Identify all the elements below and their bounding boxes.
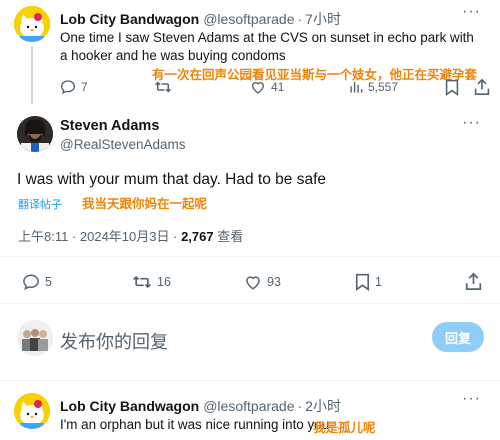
hello-kitty-avatar-icon bbox=[14, 6, 50, 42]
retweet-button[interactable] bbox=[154, 79, 172, 95]
retweet-button[interactable]: 16 bbox=[132, 273, 171, 291]
reply-input[interactable]: 发布你的回复 bbox=[60, 328, 168, 354]
more-icon[interactable]: ··· bbox=[462, 3, 481, 21]
like-button[interactable]: 93 bbox=[244, 273, 281, 291]
reply-count: 7 bbox=[81, 80, 88, 94]
avatar[interactable] bbox=[14, 6, 50, 42]
reply-count: 5 bbox=[45, 275, 52, 289]
reply-icon bbox=[23, 274, 39, 291]
tweet-text: I'm an orphan but it was nice running in… bbox=[60, 417, 330, 432]
avatar[interactable] bbox=[17, 116, 53, 152]
avatar[interactable] bbox=[14, 393, 50, 429]
handle[interactable]: @lesoftparade bbox=[203, 398, 294, 414]
bookmark-button[interactable] bbox=[445, 79, 459, 96]
steven-adams-avatar-icon bbox=[17, 116, 53, 152]
timestamp[interactable]: 上午8:11 · 2024年10月3日 · bbox=[18, 229, 181, 244]
thread-line bbox=[31, 46, 33, 104]
heart-icon bbox=[251, 82, 265, 94]
like-button[interactable]: 41 bbox=[250, 79, 284, 95]
bookmark-icon bbox=[355, 273, 370, 291]
divider bbox=[0, 380, 500, 381]
display-name[interactable]: Lob City Bandwagon bbox=[60, 398, 199, 414]
reply-submit-button[interactable]: 回复 bbox=[432, 322, 484, 352]
author-row: Lob City Bandwagon @lesoftparade · 2小时 bbox=[60, 396, 341, 416]
share-icon bbox=[474, 78, 490, 95]
tweet-meta: 上午8:11 · 2024年10月3日 · 2,767 查看 bbox=[18, 226, 243, 245]
views-button[interactable]: 5,557 bbox=[349, 79, 398, 95]
reply-icon bbox=[60, 80, 76, 95]
separator: · bbox=[297, 398, 303, 414]
timestamp[interactable]: 7小时 bbox=[305, 9, 341, 29]
translation-overlay: 有一次在回声公园看见亚当斯与一个妓女，他正在买避孕套 bbox=[152, 68, 478, 82]
more-icon[interactable]: ··· bbox=[462, 390, 481, 408]
user-avatar-icon bbox=[17, 320, 53, 356]
separator: · bbox=[297, 11, 303, 27]
translate-post-link[interactable]: 翻译帖子 bbox=[18, 196, 62, 212]
hello-kitty-avatar-icon bbox=[14, 393, 50, 429]
reply-button[interactable]: 5 bbox=[22, 273, 52, 291]
display-name[interactable]: Lob City Bandwagon bbox=[60, 11, 199, 27]
display-name[interactable]: Steven Adams bbox=[60, 118, 159, 134]
more-icon[interactable]: ··· bbox=[462, 114, 481, 132]
bookmark-button[interactable]: 1 bbox=[355, 273, 382, 291]
view-label: 查看 bbox=[213, 229, 244, 244]
handle[interactable]: @lesoftparade bbox=[203, 11, 294, 27]
divider bbox=[0, 256, 500, 257]
bookmark-count: 1 bbox=[375, 275, 382, 289]
share-icon bbox=[465, 272, 482, 290]
view-count: 5,557 bbox=[368, 80, 399, 94]
parent-tweet[interactable]: Lob City Bandwagon @lesoftparade · 7小时 ·… bbox=[0, 0, 500, 104]
tweet-text: I was with your mum that day. Had to be … bbox=[17, 171, 326, 188]
heart-icon bbox=[246, 276, 260, 290]
translation-overlay: 我当天跟你妈在一起呢 bbox=[82, 197, 208, 211]
translation-overlay: 我是孤儿呢 bbox=[313, 421, 376, 435]
view-count: 2,767 bbox=[181, 229, 214, 244]
share-button[interactable] bbox=[474, 78, 490, 96]
retweet-count: 16 bbox=[157, 275, 171, 289]
bookmark-icon bbox=[445, 79, 459, 96]
reply-button[interactable]: 7 bbox=[60, 79, 88, 95]
timestamp[interactable]: 2小时 bbox=[305, 396, 341, 416]
avatar[interactable] bbox=[17, 320, 53, 356]
retweet-icon bbox=[154, 81, 172, 93]
author-row: Lob City Bandwagon @lesoftparade · 7小时 bbox=[60, 9, 341, 29]
tweet-text: One time I saw Steven Adams at the CVS o… bbox=[60, 30, 474, 63]
retweet-icon bbox=[133, 275, 151, 289]
handle[interactable]: @RealStevenAdams bbox=[60, 137, 186, 152]
share-button[interactable] bbox=[465, 272, 482, 291]
like-count: 93 bbox=[267, 275, 281, 289]
analytics-icon bbox=[350, 82, 363, 93]
like-count: 41 bbox=[271, 80, 285, 94]
divider bbox=[0, 303, 500, 304]
